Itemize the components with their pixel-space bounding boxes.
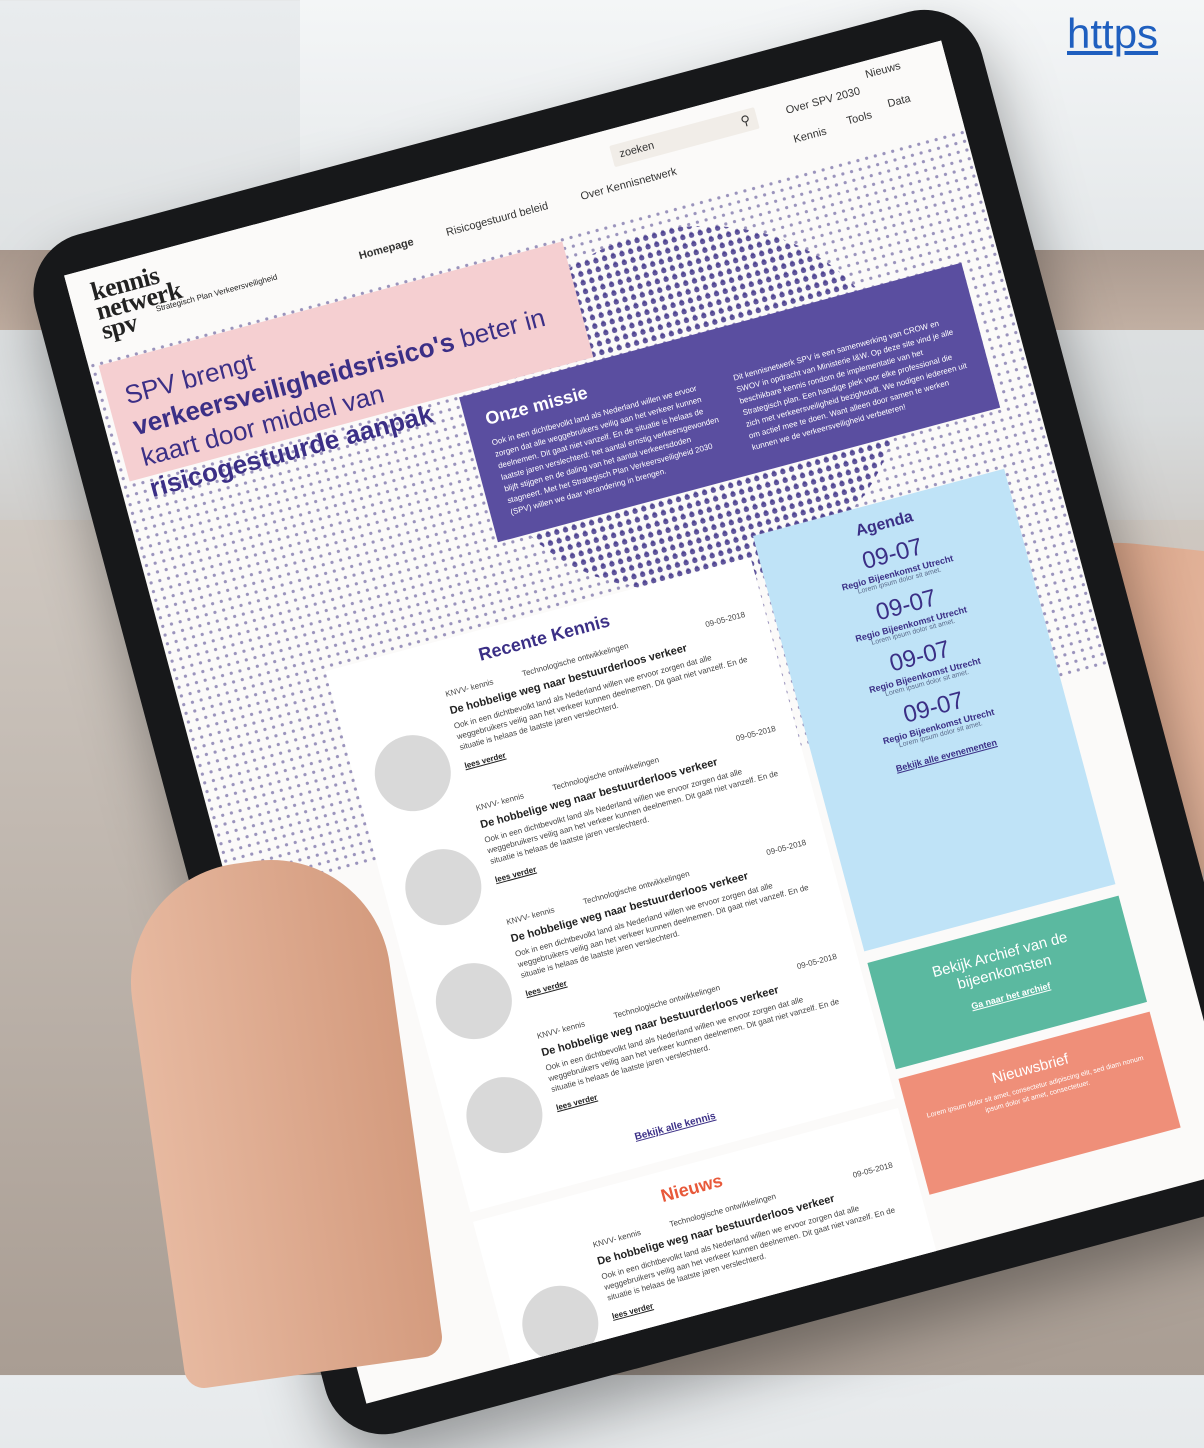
kennis-thumbnail xyxy=(396,840,490,934)
lees-verder-link[interactable]: lees verder xyxy=(464,751,507,771)
kennis-thumbnail xyxy=(427,954,521,1048)
site-logo[interactable]: kennis netwerk spv Strategisch Plan Verk… xyxy=(88,236,279,346)
nav-over-kennisnetwerk[interactable]: Over Kennisnetwerk xyxy=(579,166,678,203)
nav-kennis[interactable]: Kennis xyxy=(792,125,828,145)
search-placeholder: zoeken xyxy=(618,139,656,161)
nav-data[interactable]: Data xyxy=(886,93,912,111)
lees-verder-link[interactable]: lees verder xyxy=(611,1301,654,1321)
url-text[interactable]: https xyxy=(1067,10,1158,58)
lees-verder-link[interactable]: lees verder xyxy=(494,865,537,885)
lees-verder-link[interactable]: lees verder xyxy=(555,1093,598,1113)
search-icon[interactable]: ⚲ xyxy=(739,112,752,130)
nav-tools[interactable]: Tools xyxy=(845,109,873,127)
nav-risicogestuurd-beleid[interactable]: Risicogestuurd beleid xyxy=(445,200,550,239)
nieuws-thumbnail xyxy=(513,1277,607,1371)
kennis-thumbnail xyxy=(457,1068,551,1162)
nav-homepage[interactable]: Homepage xyxy=(358,236,415,262)
kennis-thumbnail xyxy=(366,726,460,820)
kennis-date: 09-05-2018 xyxy=(704,609,747,630)
nav-over-spv-2030[interactable]: Over SPV 2030 xyxy=(785,85,862,116)
lees-verder-link[interactable]: lees verder xyxy=(525,979,568,999)
search-input[interactable]: zoeken ⚲ xyxy=(609,107,760,168)
nieuws-date: 09-05-2018 xyxy=(851,1160,894,1180)
nav-nieuws[interactable]: Nieuws xyxy=(864,60,902,81)
